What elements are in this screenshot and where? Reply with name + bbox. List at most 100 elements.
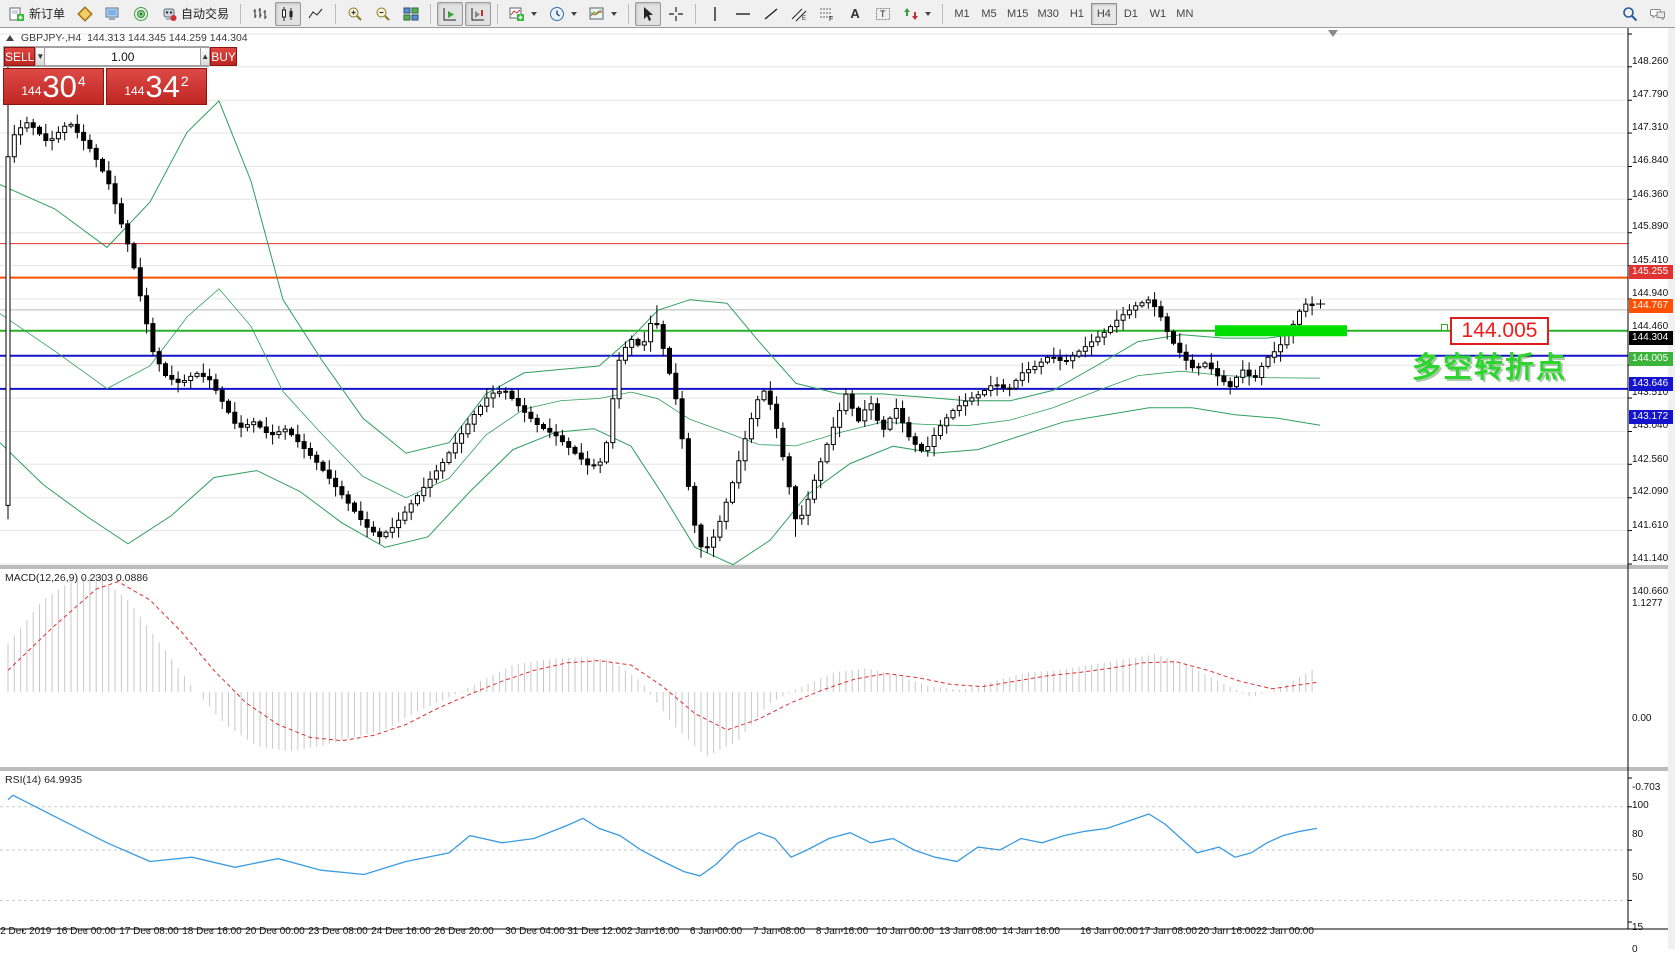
timeframe-button-H1[interactable]: H1 (1064, 3, 1090, 25)
price-tick-label: 142.090 (1632, 486, 1669, 498)
buy-price-button[interactable]: 144 34 2 (106, 68, 207, 105)
sell-price-big: 30 (42, 69, 77, 104)
timeframe-button-H4[interactable]: H4 (1090, 2, 1117, 25)
search-icon (1623, 6, 1638, 21)
timeframe-group: M1 M5 M15 M30 H1 H4 D1 W1 MN (949, 2, 1198, 25)
time-tick-label: 23 Dec 08:00 (308, 926, 368, 937)
templates-button[interactable] (584, 2, 622, 26)
text-label-tool-button[interactable]: T (870, 2, 896, 26)
price-tag-143.646[interactable]: 143.646 (1629, 376, 1673, 391)
search-button[interactable] (1617, 2, 1643, 26)
arrows-tool-button[interactable] (898, 2, 936, 26)
bar-chart-icon (253, 7, 267, 19)
chart-shift-button[interactable] (465, 1, 492, 26)
text-label-icon: T (876, 7, 891, 20)
rsi-tick-label: 15 (1632, 922, 1644, 934)
macd-signal-line (7, 581, 1318, 742)
collapse-triangle-icon (6, 35, 14, 41)
time-tick-label: 17 Jan 08:00 (1139, 926, 1197, 937)
rsi-tick-label: 0 (1632, 944, 1638, 955)
text-tool-button[interactable]: A (842, 2, 868, 26)
cursor-tool-button[interactable] (635, 1, 662, 26)
price-tag-143.172[interactable]: 143.172 (1629, 409, 1673, 424)
horizontal-line-tool-button[interactable] (730, 2, 756, 26)
zoom-out-button[interactable] (370, 2, 396, 26)
candlestick-mode-button[interactable] (275, 1, 302, 26)
price-tag-144.005[interactable]: 144.005 (1629, 351, 1673, 366)
sell-button[interactable]: SELL (4, 47, 36, 66)
zoom-in-button[interactable] (342, 2, 368, 26)
chevron-down-icon (531, 11, 538, 16)
trendline-tool-button[interactable] (758, 2, 784, 26)
sell-price-button[interactable]: 144 30 4 (3, 68, 104, 105)
buy-price-prefix: 144 (124, 84, 145, 98)
timeframe-button-D1[interactable]: D1 (1118, 3, 1144, 25)
time-tick-label: 20 Jan 16:00 (1198, 926, 1256, 937)
auto-scroll-button[interactable] (437, 1, 464, 26)
timeframe-button-M1[interactable]: M1 (949, 3, 975, 25)
chart-window[interactable]: GBPJPY-,H4 144.313 144.345 144.259 144.3… (0, 28, 1675, 955)
timeframe-button-M5[interactable]: M5 (976, 3, 1002, 25)
chevron-down-icon (611, 11, 618, 16)
terminal-icon (105, 7, 119, 20)
price-tag-145.255[interactable]: 145.255 (1629, 264, 1673, 279)
zoom-out-icon (376, 7, 390, 21)
rsi-tick-label: 100 (1632, 800, 1649, 811)
one-click-trade-panel: SELL ▼ ▲ BUY 144 30 4 144 34 2 (3, 46, 237, 105)
time-tick-label: 17 Dec 08:00 (119, 926, 179, 937)
chat-button[interactable] (1645, 2, 1671, 26)
terminal-button[interactable] (100, 2, 126, 26)
price-tick-label: 145.890 (1632, 221, 1669, 233)
chart-shift-marker[interactable] (1328, 30, 1338, 37)
price-tag-144.767[interactable]: 144.767 (1629, 298, 1673, 313)
periods-button[interactable] (544, 2, 582, 26)
chart-canvas[interactable] (0, 28, 1675, 949)
turning-point-text[interactable]: 多空转折点 (1412, 344, 1567, 386)
volume-increase-button[interactable]: ▲ (200, 47, 211, 66)
signals-button[interactable] (128, 2, 154, 26)
bar-chart-mode-button[interactable] (247, 2, 273, 26)
zoom-in-icon (348, 7, 362, 21)
symbol-title: GBPJPY-,H4 (20, 32, 82, 44)
plus-marker[interactable] (1316, 299, 1325, 309)
toolbar-separator (240, 3, 242, 24)
price-tick-label: 142.560 (1632, 453, 1669, 465)
line-chart-mode-button[interactable] (303, 2, 329, 26)
crosshair-tool-button[interactable] (663, 2, 689, 26)
volume-input[interactable] (45, 47, 201, 66)
tile-windows-button[interactable] (398, 2, 424, 26)
volume-decrease-button[interactable]: ▼ (35, 47, 46, 66)
indicators-button[interactable] (504, 2, 542, 26)
svg-text:T: T (880, 9, 886, 19)
autotrading-button[interactable]: 自动交易 (156, 2, 234, 26)
time-tick-label: 16 Jan 00:00 (1080, 926, 1138, 937)
price-tick-label: 146.360 (1632, 188, 1669, 200)
timeframe-button-M15[interactable]: M15 (1003, 3, 1032, 25)
fibonacci-tool-button[interactable]: F (814, 2, 840, 26)
svg-text:E: E (802, 16, 806, 22)
channel-tool-button[interactable]: E (786, 2, 812, 26)
new-order-button[interactable]: 新订单 (4, 2, 70, 26)
timeframe-button-MN[interactable]: MN (1172, 3, 1198, 25)
green-zone-rectangle[interactable] (1215, 325, 1347, 337)
toolbar-separator (335, 3, 337, 24)
buy-button[interactable]: BUY (210, 47, 237, 66)
auto-scroll-icon (443, 7, 457, 20)
profile-button[interactable] (72, 2, 98, 26)
time-tick-label: 10 Jan 00:00 (876, 926, 934, 937)
timeframe-button-W1[interactable]: W1 (1145, 3, 1171, 25)
timeframe-button-M30[interactable]: M30 (1033, 3, 1062, 25)
time-tick-label: 16 Dec 00:00 (56, 926, 116, 937)
symbol-header: GBPJPY-,H4 144.313 144.345 144.259 144.3… (6, 32, 248, 44)
indicators-plus-icon (509, 7, 525, 21)
toolbar: 新订单 自动交易 E F A T M1 M5 M15 M30 H1 H4 D1 … (0, 0, 1675, 28)
rsi-label: RSI(14) 64.9935 (5, 774, 83, 786)
vertical-line-tool-button[interactable] (702, 2, 728, 26)
price-annotation-box[interactable]: 144.005 (1450, 317, 1549, 345)
time-tick-label: 8 Jan 16:00 (815, 926, 869, 937)
annotation-anchor-square[interactable] (1441, 324, 1448, 331)
macd-label: MACD(12,26,9) 0.2303 0.0886 (5, 572, 149, 584)
time-tick-label: 7 Jan 08:00 (752, 926, 806, 937)
price-tick-label: 147.790 (1632, 88, 1669, 100)
equidistant-channel-icon: E (791, 8, 807, 22)
